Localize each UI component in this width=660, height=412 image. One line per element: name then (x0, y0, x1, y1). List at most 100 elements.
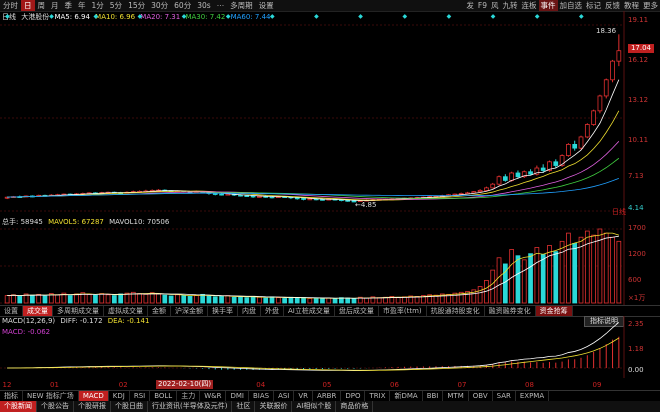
indicator-tab-7[interactable]: W&R (200, 391, 227, 401)
period-tab-0[interactable]: 分时 (0, 0, 21, 11)
period-tab-12[interactable]: ⋯ (214, 0, 228, 11)
volume-bar-48 (307, 298, 313, 304)
volume-bar-27 (175, 294, 180, 304)
period-tab-8[interactable]: 15分 (125, 0, 148, 11)
tool-tab-4[interactable]: 连板 (520, 0, 539, 11)
period-tab-2[interactable]: 周 (35, 0, 49, 11)
period-tab-14[interactable]: 设置 (256, 0, 277, 11)
info-tab-3[interactable]: 个股日曲 (111, 401, 148, 412)
indicator-tab-11[interactable]: VR (294, 391, 314, 401)
indicator-tab-0[interactable]: 指标 (0, 391, 23, 401)
tool-tab-9[interactable]: 教程 (622, 0, 641, 11)
tool-tab-0[interactable]: 发 (464, 0, 476, 11)
volume-tab-3[interactable]: 虚拟成交量 (104, 306, 148, 316)
indicator-tab-9[interactable]: BIAS (249, 391, 275, 401)
indicator-tab-17[interactable]: MTM (443, 391, 469, 401)
indicator-tab-14[interactable]: TRIX (365, 391, 391, 401)
period-tab-7[interactable]: 5分 (107, 0, 125, 11)
volume-bar-24 (156, 293, 161, 304)
candlestick-chart[interactable]: ◆ ◆ ◆ ◆ ◆ ◆ ◆ ◆ ◆ ◆ ◆ ◆ ◆ ◆ (0, 11, 660, 217)
volume-tab-11[interactable]: 市盈率(ttm) (379, 306, 427, 316)
period-tab-4[interactable]: 季 (62, 0, 76, 11)
volume-tab-12[interactable]: 抗股通持股变化 (427, 306, 485, 316)
volume-bar-50 (320, 298, 325, 304)
period-tab-9[interactable]: 30分 (148, 0, 171, 11)
event-diamond-28: ◆ (182, 13, 187, 20)
event-diamond-42: ◆ (270, 13, 275, 20)
indicator-tab-2[interactable]: MACD (78, 391, 109, 401)
date-tick-6: 06 (390, 381, 399, 389)
tool-tab-8[interactable]: 反馈 (603, 0, 622, 11)
candle-body-78 (496, 176, 502, 185)
ma20-line (7, 141, 620, 200)
volume-bar-21 (137, 293, 142, 304)
volume-tab-6[interactable]: 换手率 (208, 306, 238, 316)
volume-bar-87 (553, 251, 559, 304)
volume-bar-11 (74, 293, 79, 304)
info-tab-1[interactable]: 个股公告 (37, 401, 74, 412)
period-tab-6[interactable]: 1分 (89, 0, 107, 11)
indicator-tab-8[interactable]: DMI (226, 391, 249, 401)
indicator-tab-20[interactable]: EXPMA (516, 391, 550, 401)
period-tab-10[interactable]: 60分 (171, 0, 194, 11)
indicator-tab-10[interactable]: ASI (274, 391, 295, 401)
volume-bar-51 (326, 297, 332, 304)
volume-tab-7[interactable]: 内盘 (238, 306, 261, 316)
volume-bar-82 (521, 259, 527, 304)
volume-tab-10[interactable]: 盘后成交量 (335, 306, 379, 316)
tool-tab-5[interactable]: 事件 (538, 0, 558, 11)
indicator-tab-18[interactable]: OBV (469, 391, 493, 401)
vol-tick-0: 1700 (628, 224, 646, 232)
volume-tab-13[interactable]: 融资融券变化 (485, 306, 536, 316)
tool-tab-10[interactable]: 更多 (641, 0, 660, 11)
volume-bar-39 (250, 296, 256, 304)
info-tab-5[interactable]: 社区 (232, 401, 256, 412)
indicator-tab-1[interactable]: NEW 指标广场 (23, 391, 79, 401)
volume-tab-9[interactable]: AI立桩成交量 (284, 306, 335, 316)
date-tick-9: 09 (592, 381, 602, 389)
volume-tab-1[interactable]: 成交量 (23, 306, 53, 316)
tool-tab-3[interactable]: 九转 (501, 0, 520, 11)
period-tab-11[interactable]: 30s (194, 0, 213, 11)
vol-unit: ×1万 (628, 294, 646, 302)
period-tab-3[interactable]: 月 (48, 0, 62, 11)
tool-tab-7[interactable]: 标记 (584, 0, 603, 11)
indicator-tab-3[interactable]: KDJ (109, 391, 130, 401)
indicator-tab-19[interactable]: SAR (493, 391, 516, 401)
info-tab-7[interactable]: AI相似个股 (292, 401, 337, 412)
price-tick-1: 16.12 (628, 56, 649, 64)
indicator-tab-6[interactable]: 主力 (177, 391, 201, 401)
tool-tab-6[interactable]: 加自选 (558, 0, 585, 11)
indicator-tab-16[interactable]: BBI (423, 391, 444, 401)
volume-tab-2[interactable]: 多周期成交量 (53, 306, 104, 316)
indicator-tab-4[interactable]: RSI (130, 391, 151, 401)
period-tab-5[interactable]: 年 (75, 0, 89, 11)
volume-bar-33 (212, 296, 218, 304)
candle-body-91 (578, 136, 584, 149)
volume-tab-8[interactable]: 外盘 (261, 306, 284, 316)
info-tab-8[interactable]: 商品价格 (336, 401, 374, 412)
indicator-tab-5[interactable]: BOLL (150, 391, 178, 401)
macd-chart[interactable] (0, 316, 660, 378)
price-tick-2: 13.12 (628, 96, 649, 104)
period-tab-1[interactable]: 日 (21, 0, 35, 11)
candle-body-90 (572, 144, 578, 149)
volume-tab-0[interactable]: 设置 (0, 306, 23, 316)
period-tab-13[interactable]: 多周期 (227, 0, 256, 11)
info-tab-4[interactable]: 行业资讯(半导体及元件) (148, 401, 233, 412)
volume-chart[interactable] (0, 217, 660, 305)
volume-bar-46 (294, 297, 300, 304)
volume-tab-4[interactable]: 金额 (148, 306, 171, 316)
indicator-tab-15[interactable]: 新DMA (390, 391, 423, 401)
info-tab-0[interactable]: 个股新闻 (0, 401, 37, 412)
indicator-tab-12[interactable]: ARBR (313, 391, 342, 401)
volume-tab-5[interactable]: 沪深金额 (171, 306, 208, 316)
info-tab-6[interactable]: 关联报价 (255, 401, 293, 412)
volume-bar-93 (591, 234, 596, 304)
indicator-tab-13[interactable]: DPO (341, 391, 366, 401)
tool-tab-2[interactable]: 风 (489, 0, 501, 11)
tool-tab-1[interactable]: F9 (476, 0, 489, 11)
volume-tab-14[interactable]: 资金抢筹 (535, 306, 573, 316)
candle-body-93 (591, 110, 596, 125)
info-tab-2[interactable]: 个股研报 (74, 401, 111, 412)
